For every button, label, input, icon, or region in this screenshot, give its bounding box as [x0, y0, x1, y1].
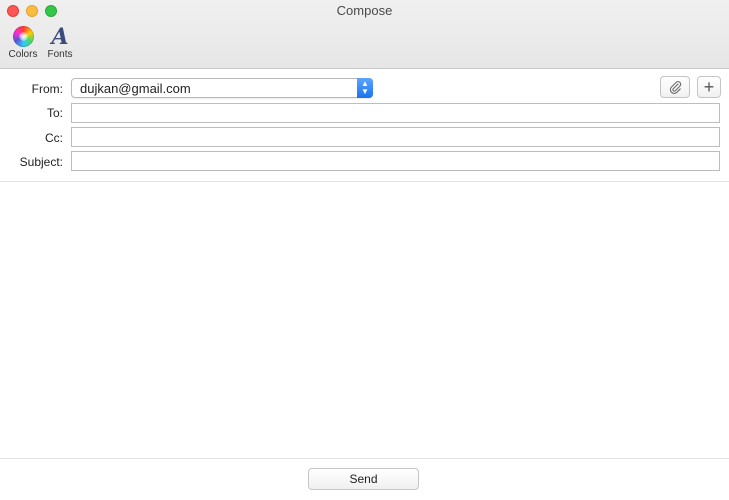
attach-button[interactable]: [660, 76, 690, 98]
plus-icon: +: [703, 77, 715, 97]
fonts-label: Fonts: [47, 49, 73, 60]
to-label: To:: [46, 106, 63, 120]
from-account-select[interactable]: dujkan@gmail.com ▲ ▼: [71, 78, 373, 98]
window-title: Compose: [336, 3, 393, 18]
from-label: From:: [31, 82, 63, 96]
color-wheel-icon: [12, 26, 34, 47]
cc-label: Cc:: [45, 131, 63, 145]
fonts-toolbar-button[interactable]: A Fonts: [43, 24, 77, 61]
send-button[interactable]: Send: [308, 468, 419, 490]
message-body-editor[interactable]: [0, 182, 729, 458]
colors-label: Colors: [8, 49, 38, 60]
font-icon: A: [51, 24, 69, 50]
subject-field[interactable]: [71, 151, 720, 171]
colors-toolbar-button[interactable]: Colors: [5, 26, 41, 60]
select-stepper-icon: ▲ ▼: [357, 78, 373, 98]
to-field[interactable]: [71, 103, 720, 123]
paperclip-icon: [669, 81, 682, 94]
add-header-field-button[interactable]: +: [697, 76, 721, 98]
title-bar: Compose Colors A Fonts: [0, 0, 729, 69]
subject-label: Subject:: [19, 155, 63, 169]
from-account-value: dujkan@gmail.com: [80, 81, 191, 96]
cc-field[interactable]: [71, 127, 720, 147]
